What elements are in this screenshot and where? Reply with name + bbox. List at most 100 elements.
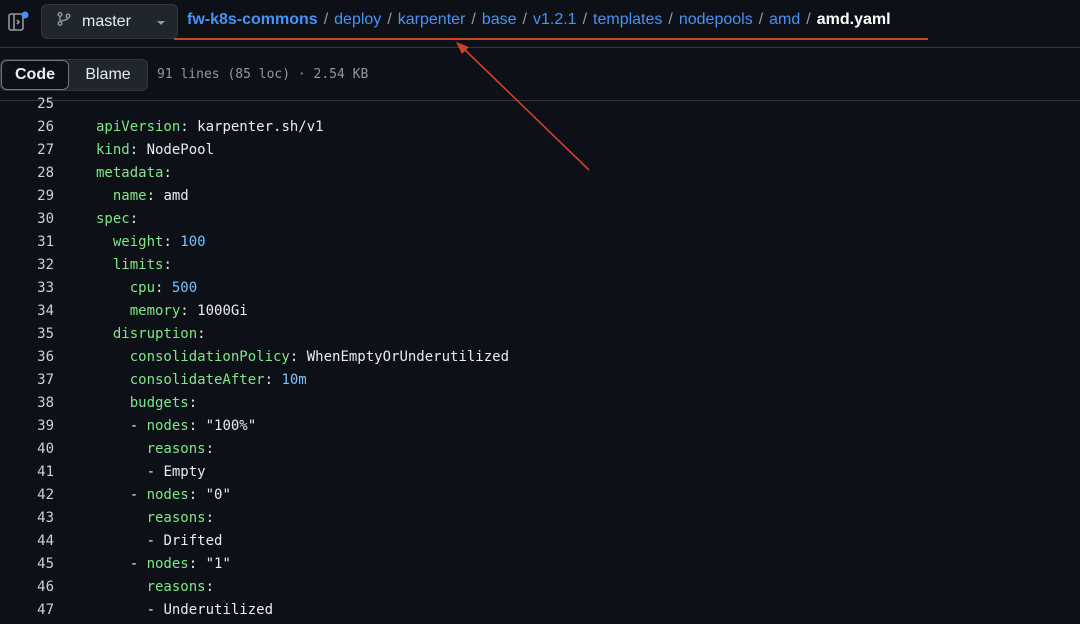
code-line: 30 spec: bbox=[0, 208, 1080, 231]
breadcrumb-link-templates[interactable]: templates bbox=[593, 11, 662, 29]
breadcrumb-separator: / bbox=[758, 11, 764, 28]
yaml-value: Empty bbox=[163, 464, 206, 480]
breadcrumb-link-karpenter[interactable]: karpenter bbox=[398, 11, 466, 29]
branch-name: master bbox=[82, 12, 131, 30]
yaml-value: NodePool bbox=[146, 142, 215, 158]
yaml-key: limits bbox=[112, 257, 164, 273]
code-content: weight: 100 bbox=[96, 231, 206, 254]
yaml-separator: : bbox=[188, 487, 206, 503]
code-line: 36 consolidationPolicy: WhenEmptyOrUnder… bbox=[0, 346, 1080, 369]
line-number[interactable]: 35 bbox=[37, 323, 54, 346]
code-line: 39 - nodes: "100%" bbox=[0, 415, 1080, 438]
code-content: disruption: bbox=[96, 323, 206, 346]
line-number[interactable]: 46 bbox=[37, 576, 54, 599]
breadcrumb-link-amd[interactable]: amd bbox=[769, 11, 800, 29]
line-number[interactable]: 32 bbox=[37, 254, 54, 277]
tab-blame[interactable]: Blame bbox=[69, 60, 147, 90]
code-line: 35 disruption: bbox=[0, 323, 1080, 346]
breadcrumb-repo-link[interactable]: fw-k8s-commons bbox=[187, 11, 318, 29]
breadcrumb: fw-k8s-commons / deploy / karpenter / ba… bbox=[187, 11, 891, 29]
line-number[interactable]: 34 bbox=[37, 300, 54, 323]
breadcrumb-link-deploy[interactable]: deploy bbox=[334, 11, 381, 29]
breadcrumb-link-base[interactable]: base bbox=[482, 11, 517, 29]
code-line: 45 - nodes: "1" bbox=[0, 553, 1080, 576]
breadcrumb-separator: / bbox=[471, 11, 476, 28]
code-line: 38 budgets: bbox=[0, 392, 1080, 415]
line-number[interactable]: 43 bbox=[37, 507, 54, 530]
code-content: consolidateAfter: 10m bbox=[96, 369, 307, 392]
yaml-separator: : bbox=[146, 188, 164, 204]
breadcrumb-link-version[interactable]: v1.2.1 bbox=[533, 11, 577, 29]
line-number[interactable]: 31 bbox=[37, 231, 54, 254]
view-mode-segmented-control: Code Blame bbox=[0, 59, 148, 91]
code-indent: - bbox=[96, 487, 147, 503]
code-content: limits: bbox=[96, 254, 172, 277]
file-info-text: 91 lines (85 loc) · 2.54 KB bbox=[157, 67, 369, 82]
code-content: kind: NodePool bbox=[96, 139, 214, 162]
code-viewer[interactable]: 25 26 apiVersion: karpenter.sh/v1 27 kind: N… bbox=[0, 94, 1080, 624]
yaml-value: 500 bbox=[171, 280, 198, 296]
line-number[interactable]: 41 bbox=[37, 461, 54, 484]
breadcrumb-separator: / bbox=[582, 11, 588, 28]
line-number[interactable]: 26 bbox=[37, 116, 54, 139]
yaml-key: apiVersion bbox=[96, 119, 181, 135]
line-number[interactable]: 39 bbox=[37, 415, 54, 438]
line-number[interactable]: 30 bbox=[37, 208, 54, 231]
breadcrumb-current-file: amd.yaml bbox=[816, 11, 891, 28]
code-content: cpu: 500 bbox=[96, 277, 197, 300]
tab-code[interactable]: Code bbox=[1, 60, 69, 90]
line-number[interactable]: 27 bbox=[37, 139, 54, 162]
line-number[interactable]: 33 bbox=[37, 277, 54, 300]
branch-selector-button[interactable]: master bbox=[41, 4, 178, 39]
line-number[interactable]: 44 bbox=[37, 530, 54, 553]
code-content: metadata: bbox=[96, 162, 172, 185]
yaml-value: 100 bbox=[180, 234, 206, 250]
line-number[interactable]: 38 bbox=[37, 392, 54, 415]
breadcrumb-separator: / bbox=[806, 11, 811, 28]
code-content: - Underutilized bbox=[96, 599, 273, 622]
breadcrumb-separator: / bbox=[387, 11, 392, 28]
yaml-value: amd bbox=[163, 188, 189, 204]
breadcrumb-link-nodepools[interactable]: nodepools bbox=[679, 11, 753, 29]
yaml-separator: : bbox=[163, 257, 172, 273]
yaml-key: budgets bbox=[129, 395, 189, 411]
yaml-key: weight bbox=[112, 234, 164, 250]
yaml-key: nodes bbox=[146, 556, 189, 572]
code-content: - nodes: "100%" bbox=[96, 415, 256, 438]
line-number[interactable]: 37 bbox=[37, 369, 54, 392]
line-number[interactable]: 28 bbox=[37, 162, 54, 185]
code-line: 44 - Drifted bbox=[0, 530, 1080, 553]
code-content: spec: bbox=[96, 208, 138, 231]
breadcrumb-separator: / bbox=[522, 11, 527, 28]
code-content: - Drifted bbox=[96, 530, 223, 553]
line-number[interactable]: 45 bbox=[37, 553, 54, 576]
line-number[interactable]: 25 bbox=[37, 93, 54, 116]
line-number[interactable]: 47 bbox=[37, 599, 54, 622]
code-content: name: amd bbox=[96, 185, 189, 208]
line-number[interactable]: 29 bbox=[37, 185, 54, 208]
code-line: 42 - nodes: "0" bbox=[0, 484, 1080, 507]
code-line: 43 reasons: bbox=[0, 507, 1080, 530]
yaml-value: 1000Gi bbox=[197, 303, 248, 319]
sidebar-toggle-icon[interactable] bbox=[6, 10, 30, 34]
code-line: 28 metadata: bbox=[0, 162, 1080, 185]
annotation-underline bbox=[174, 38, 928, 40]
yaml-separator: : bbox=[188, 418, 206, 434]
yaml-separator: : bbox=[197, 326, 206, 342]
code-line: 47 - Underutilized bbox=[0, 599, 1080, 622]
yaml-value: Underutilized bbox=[163, 602, 274, 618]
line-number[interactable]: 40 bbox=[37, 438, 54, 461]
line-number[interactable]: 36 bbox=[37, 346, 54, 369]
code-line: 33 cpu: 500 bbox=[0, 277, 1080, 300]
yaml-value: karpenter.sh/v1 bbox=[197, 119, 324, 135]
yaml-separator: : bbox=[205, 510, 215, 526]
yaml-value: 10m bbox=[281, 372, 307, 388]
line-number[interactable]: 42 bbox=[37, 484, 54, 507]
code-content: reasons: bbox=[96, 576, 214, 599]
